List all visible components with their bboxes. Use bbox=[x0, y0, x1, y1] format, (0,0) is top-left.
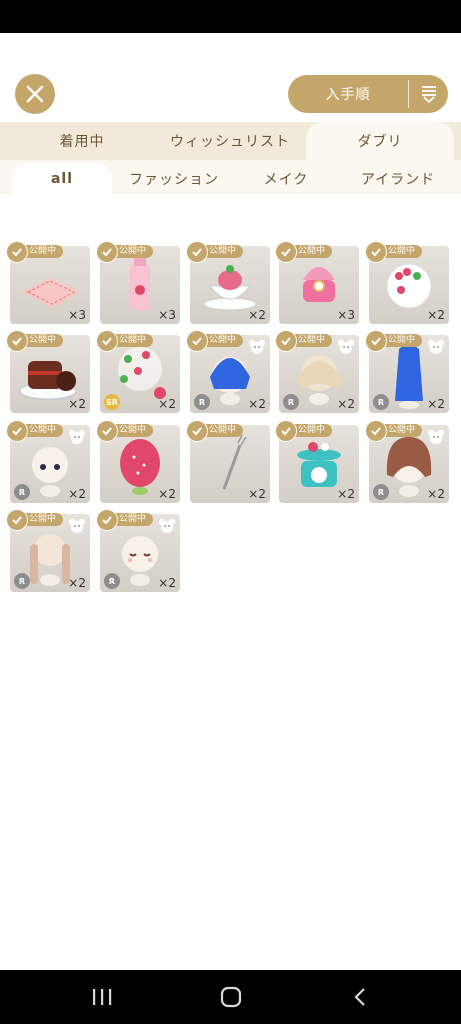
tab-wearing[interactable]: 着用中 bbox=[18, 122, 146, 160]
item-quantity: ×2 bbox=[427, 397, 445, 411]
bear-icon bbox=[158, 518, 176, 538]
item-quantity: ×2 bbox=[158, 397, 176, 411]
back-button[interactable] bbox=[330, 970, 390, 1024]
close-button[interactable] bbox=[15, 74, 55, 114]
item-card-strawberry-drink[interactable]: 公開中 ×3 bbox=[96, 241, 180, 324]
bear-icon bbox=[337, 339, 355, 359]
rarity-badge: R bbox=[373, 394, 389, 410]
rarity-badge: R bbox=[373, 484, 389, 500]
item-quantity: ×2 bbox=[337, 397, 355, 411]
check-icon[interactable] bbox=[275, 330, 297, 352]
item-quantity: ×3 bbox=[337, 308, 355, 322]
subtab-fashion[interactable]: ファッション bbox=[120, 163, 228, 194]
item-card-chocolate-cake[interactable]: 公開中 ×2 bbox=[6, 330, 90, 413]
check-icon[interactable] bbox=[96, 509, 118, 531]
check-icon[interactable] bbox=[186, 420, 208, 442]
navigation-bar bbox=[0, 970, 461, 1024]
check-icon[interactable] bbox=[96, 420, 118, 442]
recent-apps-icon bbox=[93, 989, 112, 1005]
item-quantity: ×2 bbox=[68, 487, 86, 501]
rarity-badge: R bbox=[14, 573, 30, 589]
item-card-ring-box[interactable]: 公開中 ×3 bbox=[275, 241, 359, 324]
item-card-beige-hair[interactable]: 公開中 R ×2 bbox=[275, 330, 359, 413]
item-quantity: ×2 bbox=[427, 487, 445, 501]
item-card-silver-fork[interactable]: 公開中 ×2 bbox=[186, 420, 270, 503]
item-card-blue-long-hair[interactable]: 公開中 R ×2 bbox=[365, 330, 449, 413]
subtab-all[interactable]: all bbox=[12, 163, 112, 194]
recent-apps-button[interactable] bbox=[72, 970, 132, 1024]
rarity-badge: R bbox=[283, 394, 299, 410]
item-quantity: ×2 bbox=[337, 487, 355, 501]
subtab-makeup[interactable]: メイク bbox=[240, 163, 332, 194]
tab-wishlist[interactable]: ウィッシュリスト bbox=[158, 122, 302, 160]
item-card-strawberry-teacup[interactable]: 公開中 ×2 bbox=[186, 241, 270, 324]
check-icon[interactable] bbox=[6, 509, 28, 531]
item-quantity: ×2 bbox=[158, 487, 176, 501]
item-card-strawberry-plant[interactable]: 公開中 SR ×2 bbox=[96, 330, 180, 413]
status-bar bbox=[0, 0, 461, 33]
item-quantity: ×3 bbox=[68, 308, 86, 322]
item-quantity: ×2 bbox=[68, 397, 86, 411]
bear-icon bbox=[68, 518, 86, 538]
check-icon[interactable] bbox=[186, 330, 208, 352]
close-icon bbox=[26, 85, 44, 103]
item-quantity: ×2 bbox=[248, 487, 266, 501]
item-quantity: ×2 bbox=[248, 308, 266, 322]
item-card-blue-hair[interactable]: 公開中 R ×2 bbox=[186, 330, 270, 413]
sort-order-button[interactable]: 入手順 bbox=[288, 75, 448, 113]
check-icon[interactable] bbox=[275, 241, 297, 263]
subtab-island[interactable]: アイランド bbox=[338, 163, 458, 194]
bear-icon bbox=[68, 429, 86, 449]
tab-bar: 着用中 ウィッシュリスト ダブリ all ファッション メイク アイランド bbox=[0, 122, 461, 194]
check-icon[interactable] bbox=[186, 241, 208, 263]
item-card-doll-face-blush[interactable]: 公開中 R ×2 bbox=[96, 509, 180, 592]
check-icon[interactable] bbox=[96, 241, 118, 263]
item-card-picnic-blanket[interactable]: 公開中 ×3 bbox=[6, 241, 90, 324]
item-card-strawberry-hat[interactable]: 公開中 ×2 bbox=[96, 420, 180, 503]
rarity-badge: SR bbox=[104, 394, 120, 410]
rarity-badge: R bbox=[14, 484, 30, 500]
check-icon[interactable] bbox=[6, 330, 28, 352]
sort-list-icon[interactable] bbox=[409, 85, 448, 103]
item-card-pigtail-hair[interactable]: 公開中 R ×2 bbox=[6, 509, 90, 592]
check-icon[interactable] bbox=[365, 241, 387, 263]
check-icon[interactable] bbox=[365, 420, 387, 442]
tab-duplicates[interactable]: ダブリ bbox=[306, 122, 454, 160]
home-icon bbox=[220, 986, 242, 1008]
item-quantity: ×2 bbox=[427, 308, 445, 322]
check-icon[interactable] bbox=[6, 420, 28, 442]
item-card-strawberry-wreath[interactable]: 公開中 ×2 bbox=[365, 241, 449, 324]
home-button[interactable] bbox=[201, 970, 261, 1024]
subtab-bar: all ファッション メイク アイランド bbox=[0, 160, 461, 194]
item-quantity: ×3 bbox=[158, 308, 176, 322]
bear-icon bbox=[427, 429, 445, 449]
check-icon[interactable] bbox=[6, 241, 28, 263]
item-card-kitchen-scale[interactable]: 公開中 ×2 bbox=[275, 420, 359, 503]
item-quantity: ×2 bbox=[158, 576, 176, 590]
check-icon[interactable] bbox=[96, 330, 118, 352]
item-quantity: ×2 bbox=[248, 397, 266, 411]
bear-icon bbox=[248, 339, 266, 359]
item-card-brown-bob-hair[interactable]: 公開中 R ×2 bbox=[365, 420, 449, 503]
sort-order-label: 入手順 bbox=[325, 87, 371, 103]
check-icon[interactable] bbox=[275, 420, 297, 442]
check-icon[interactable] bbox=[365, 330, 387, 352]
back-icon bbox=[354, 988, 365, 1006]
item-quantity: ×2 bbox=[68, 576, 86, 590]
bear-icon bbox=[427, 339, 445, 359]
rarity-badge: R bbox=[194, 394, 210, 410]
rarity-badge: R bbox=[104, 573, 120, 589]
item-card-doll-face-eyes[interactable]: 公開中 R ×2 bbox=[6, 420, 90, 503]
